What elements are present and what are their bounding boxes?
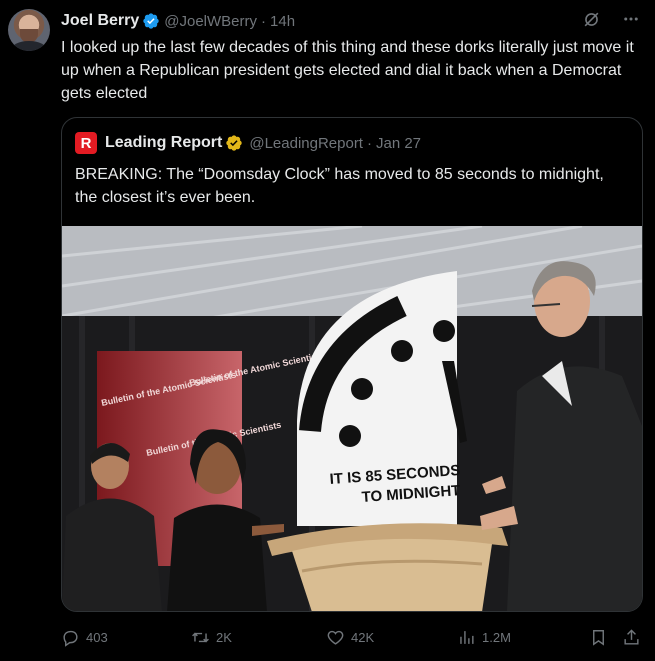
quote-photo[interactable]: Bulletin of the Atomic Scientists Bullet… [62, 226, 642, 611]
top-actions [581, 9, 641, 29]
grok-icon[interactable] [581, 9, 601, 29]
like-count: 42K [351, 629, 375, 645]
reply-count: 403 [86, 629, 108, 645]
reply-button[interactable]: 403 [61, 625, 108, 649]
repost-count: 2K [216, 629, 232, 645]
doomsday-clock-photo: Bulletin of the Atomic Scientists Bullet… [62, 226, 642, 611]
views-count: 1.2M [482, 629, 511, 645]
views-button[interactable]: 1.2M [457, 625, 511, 649]
verified-icon[interactable] [142, 12, 160, 30]
share-button[interactable] [622, 625, 641, 649]
engagement-bar: 403 2K 42K 1.2M [61, 625, 643, 649]
tweet[interactable]: Joel Berry @JoelWBerry · 14h I looked up… [0, 0, 655, 661]
quote-author-handle[interactable]: @LeadingReport [249, 135, 363, 152]
quote-header: R Leading Report @LeadingReport · Jan 27 [75, 132, 421, 154]
quote-author-name[interactable]: Leading Report [105, 134, 222, 152]
quote-date[interactable]: Jan 27 [376, 135, 421, 152]
verified-gold-icon[interactable] [225, 134, 243, 152]
author-handle[interactable]: @JoelWBerry [164, 13, 257, 30]
quote-text: BREAKING: The “Doomsday Clock” has moved… [75, 166, 604, 206]
separator: · [261, 12, 267, 30]
repost-button[interactable]: 2K [191, 625, 232, 649]
share-icon [624, 628, 639, 645]
quoted-tweet[interactable]: R Leading Report @LeadingReport · Jan 27… [61, 117, 643, 612]
like-icon [327, 630, 344, 645]
leading-report-logo[interactable]: R [75, 132, 97, 154]
tweet-header: Joel Berry @JoelWBerry · 14h [61, 10, 295, 32]
avatar-shirt [11, 41, 47, 51]
reply-icon [63, 630, 78, 647]
quote-separator: · [366, 134, 372, 152]
more-icon[interactable] [621, 9, 641, 29]
like-button[interactable]: 42K [326, 625, 374, 649]
bookmark-icon [593, 629, 604, 646]
avatar[interactable] [8, 9, 50, 51]
views-icon [460, 630, 474, 644]
author-name[interactable]: Joel Berry [61, 12, 139, 30]
tweet-time[interactable]: 14h [270, 13, 295, 30]
repost-icon [192, 632, 209, 642]
tweet-text: I looked up the last few decades of this… [61, 39, 634, 102]
bookmark-button[interactable] [589, 625, 608, 649]
